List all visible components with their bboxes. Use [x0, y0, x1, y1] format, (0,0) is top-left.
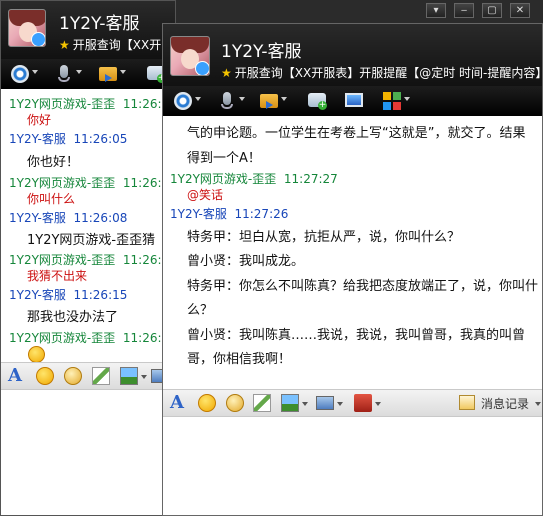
status-line: ★ 开服查询【XX开服表】开服提醒【@定时 时间-提醒内容】: [221, 66, 543, 80]
online-status-icon: [31, 32, 45, 46]
font-icon[interactable]: A: [170, 394, 188, 412]
message-text: 你好: [27, 113, 52, 127]
message-text-line: 曾小贤：我叫陈真……我说，我说，我叫曾哥，我真的叫曾: [187, 328, 526, 343]
window-title: 1Y2Y-客服: [59, 14, 140, 34]
message-header: 1Y2Y-客服 11:26:15: [9, 288, 128, 302]
file-transfer-icon: [99, 67, 117, 82]
front-message-input[interactable]: [163, 417, 542, 515]
star-icon: ★: [221, 66, 232, 80]
message-text-line: 特务甲：你怎么不叫陈真？给我把态度放端正了，说，你叫什: [187, 279, 539, 294]
front-toolbar: +: [163, 86, 542, 116]
contact-avatar[interactable]: [170, 36, 210, 76]
message-header: 1Y2Y网页游戏-歪歪 11:26:1: [9, 253, 170, 267]
online-status-icon: [195, 61, 209, 75]
camera-icon: [11, 65, 29, 83]
message-text: 我猜不出来: [27, 269, 88, 283]
message-text-line: 么？: [187, 303, 214, 318]
message-header: 1Y2Y网页游戏-歪歪 11:26:0: [9, 176, 170, 190]
message-text: 你叫什么: [27, 192, 76, 206]
message-text-line: 气的申论题。一位学生在考卷上写“这就是”，就交了。结果: [187, 126, 526, 141]
front-format-toolbar: A 消息记录: [163, 389, 542, 417]
message-text-line: 曾小贤：我叫成龙。: [187, 254, 305, 269]
front-titlebar[interactable]: 1Y2Y-客服 ★ 开服查询【XX开服表】开服提醒【@定时 时间-提醒内容】: [163, 24, 542, 86]
star-icon: ★: [59, 38, 70, 52]
maximize-button[interactable]: ▢: [482, 3, 502, 18]
magic-emoji-icon[interactable]: [226, 394, 244, 412]
image-icon[interactable]: [281, 394, 299, 412]
message-text: 那我也没办法了: [27, 310, 119, 325]
emoji-icon[interactable]: [198, 394, 216, 412]
message-text: 1Y2Y网页游戏-歪歪猜: [27, 233, 156, 248]
back-toolbar: +: [1, 59, 175, 89]
screenshot-icon[interactable]: [92, 367, 110, 385]
screenshot-icon[interactable]: [253, 394, 271, 412]
history-label: 消息记录: [481, 397, 530, 411]
message-header: 1Y2Y-客服 11:26:08: [9, 211, 128, 225]
back-message-input[interactable]: [1, 390, 175, 515]
apps-icon: [383, 92, 401, 110]
front-chat-window: 1Y2Y-客服 ★ 开服查询【XX开服表】开服提醒【@定时 时间-提醒内容】 + …: [162, 23, 543, 516]
font-icon[interactable]: A: [8, 367, 26, 385]
message-header: 1Y2Y网页游戏-歪歪 11:26:0: [9, 97, 170, 111]
message-header: 1Y2Y-客服 11:27:26: [170, 207, 289, 221]
history-icon: [459, 395, 475, 410]
close-button[interactable]: ✕: [510, 3, 530, 18]
message-header: 1Y2Y网页游戏-歪歪 11:26:2: [9, 331, 170, 345]
message-header: 1Y2Y-客服 11:26:05: [9, 132, 128, 146]
magic-emoji-icon[interactable]: [64, 367, 82, 385]
emoji-icon[interactable]: [36, 367, 54, 385]
file-transfer-icon: [260, 94, 278, 109]
message-header: 1Y2Y网页游戏-歪歪 11:27:27: [170, 172, 338, 186]
message-text: @笑话: [187, 188, 224, 202]
back-format-toolbar: A: [1, 362, 175, 390]
message-text-line: 特务甲：坦白从宽，抗拒从严，说，你叫什么？: [187, 230, 461, 245]
contact-avatar[interactable]: [8, 9, 46, 47]
front-chat-history[interactable]: 气的申论题。一位学生在考卷上写“这就是”，就交了。结果 得到一个A！ 1Y2Y网…: [163, 116, 542, 388]
image-icon[interactable]: [120, 367, 138, 385]
back-titlebar[interactable]: 1Y2Y-客服 ★ 开服查询【XX开: [1, 1, 175, 59]
add-chat-icon: +: [308, 93, 327, 110]
back-chat-window: 1Y2Y-客服 ★开服查询【XX开 + 1Y2Y网页游戏-歪歪 11:26:0 …: [0, 0, 176, 516]
angry-emoji-icon: [28, 346, 45, 363]
camera-icon: [174, 92, 192, 110]
status-line: ★ 开服查询【XX开: [59, 38, 162, 52]
red-packet-icon[interactable]: [354, 394, 372, 412]
message-text-line: 哥，你相信我啊！: [187, 352, 292, 367]
minimize-button[interactable]: ‒: [454, 3, 474, 18]
screen-share-icon: [345, 93, 363, 107]
message-text: 你也好！: [27, 155, 80, 170]
window-menu-button[interactable]: ▾: [426, 3, 446, 18]
screen-icon[interactable]: [316, 396, 334, 410]
window-title: 1Y2Y-客服: [221, 42, 302, 62]
message-text-line: 得到一个A！: [187, 151, 261, 166]
back-chat-history[interactable]: 1Y2Y网页游戏-歪歪 11:26:0 你好 1Y2Y-客服 11:26:05 …: [1, 89, 175, 363]
